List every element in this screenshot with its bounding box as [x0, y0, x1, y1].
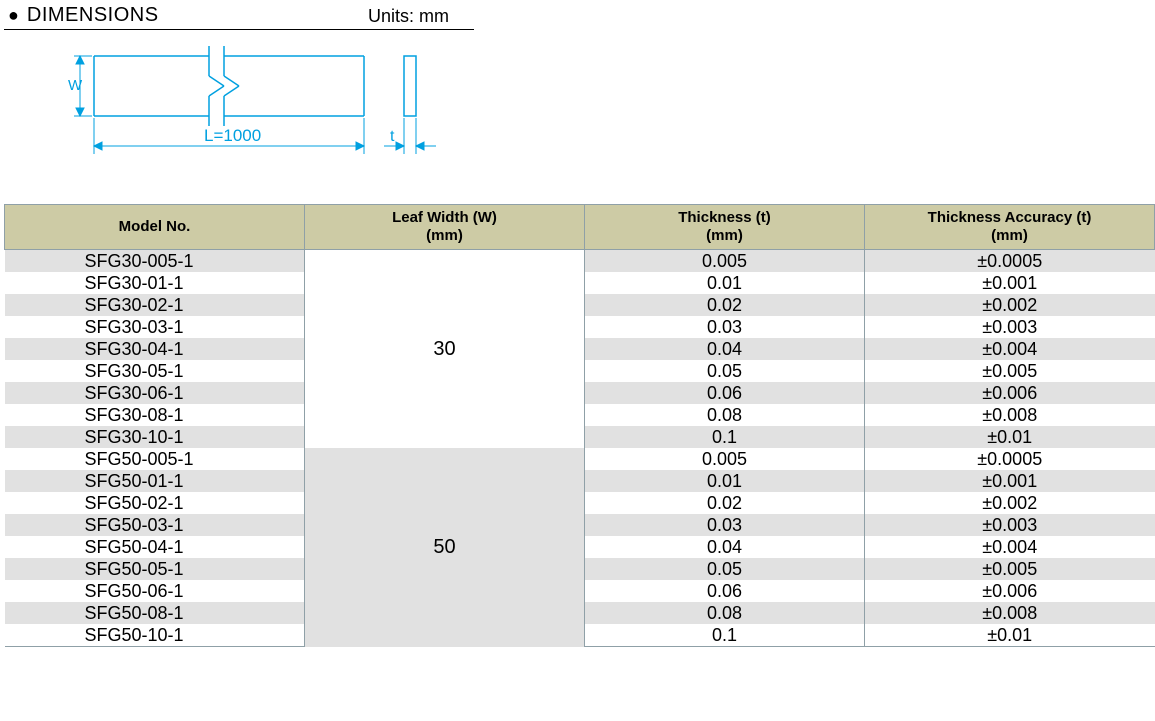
accuracy-cell: ±0.006	[865, 382, 1155, 404]
section-header: ● DIMENSIONS Units: mm	[4, 4, 1151, 30]
accuracy-cell: ±0.004	[865, 338, 1155, 360]
header-model: Model No.	[5, 205, 305, 250]
dimensions-table: Model No. Leaf Width (W)(mm) Thickness (…	[4, 204, 1155, 647]
model-cell: SFG50-02-1	[5, 492, 305, 514]
accuracy-cell: ±0.01	[865, 624, 1155, 647]
thickness-cell: 0.05	[585, 360, 865, 382]
accuracy-cell: ±0.01	[865, 426, 1155, 448]
thickness-cell: 0.1	[585, 426, 865, 448]
w-label: W	[68, 77, 83, 94]
table-row: SFG50-005-1500.005±0.0005	[5, 448, 1155, 470]
model-cell: SFG50-01-1	[5, 470, 305, 492]
accuracy-cell: ±0.003	[865, 514, 1155, 536]
model-cell: SFG30-04-1	[5, 338, 305, 360]
model-cell: SFG50-05-1	[5, 558, 305, 580]
dimension-diagram: W L=1000 t	[64, 46, 1151, 186]
thickness-cell: 0.01	[585, 272, 865, 294]
table-row: SFG30-005-1300.005±0.0005	[5, 250, 1155, 273]
model-cell: SFG30-02-1	[5, 294, 305, 316]
model-cell: SFG50-005-1	[5, 448, 305, 470]
accuracy-cell: ±0.001	[865, 272, 1155, 294]
thickness-cell: 0.06	[585, 580, 865, 602]
header-thickness: Thickness (t)(mm)	[585, 205, 865, 250]
model-cell: SFG50-03-1	[5, 514, 305, 536]
model-cell: SFG30-06-1	[5, 382, 305, 404]
accuracy-cell: ±0.008	[865, 404, 1155, 426]
thickness-cell: 0.06	[585, 382, 865, 404]
thickness-cell: 0.02	[585, 294, 865, 316]
header-accuracy: Thickness Accuracy (t)(mm)	[865, 205, 1155, 250]
accuracy-cell: ±0.001	[865, 470, 1155, 492]
accuracy-cell: ±0.005	[865, 558, 1155, 580]
model-cell: SFG30-10-1	[5, 426, 305, 448]
accuracy-cell: ±0.003	[865, 316, 1155, 338]
model-cell: SFG30-01-1	[5, 272, 305, 294]
accuracy-cell: ±0.005	[865, 360, 1155, 382]
header-width: Leaf Width (W)(mm)	[305, 205, 585, 250]
t-label: t	[390, 128, 395, 145]
accuracy-cell: ±0.0005	[865, 448, 1155, 470]
accuracy-cell: ±0.008	[865, 602, 1155, 624]
thickness-cell: 0.04	[585, 338, 865, 360]
thickness-cell: 0.02	[585, 492, 865, 514]
model-cell: SFG30-005-1	[5, 250, 305, 273]
model-cell: SFG30-05-1	[5, 360, 305, 382]
thickness-cell: 0.03	[585, 316, 865, 338]
width-cell: 30	[305, 250, 585, 449]
accuracy-cell: ±0.0005	[865, 250, 1155, 273]
model-cell: SFG50-06-1	[5, 580, 305, 602]
model-cell: SFG30-08-1	[5, 404, 305, 426]
bullet-icon: ●	[8, 5, 19, 26]
thickness-cell: 0.05	[585, 558, 865, 580]
model-cell: SFG50-04-1	[5, 536, 305, 558]
model-cell: SFG50-08-1	[5, 602, 305, 624]
l-label: L=1000	[204, 126, 261, 145]
thickness-cell: 0.01	[585, 470, 865, 492]
thickness-cell: 0.04	[585, 536, 865, 558]
units-label: Units: mm	[362, 6, 474, 30]
thickness-cell: 0.08	[585, 602, 865, 624]
width-cell: 50	[305, 448, 585, 647]
model-cell: SFG30-03-1	[5, 316, 305, 338]
section-title: DIMENSIONS	[27, 4, 159, 27]
accuracy-cell: ±0.004	[865, 536, 1155, 558]
thickness-cell: 0.08	[585, 404, 865, 426]
model-cell: SFG50-10-1	[5, 624, 305, 647]
table-header-row: Model No. Leaf Width (W)(mm) Thickness (…	[5, 205, 1155, 250]
accuracy-cell: ±0.002	[865, 294, 1155, 316]
accuracy-cell: ±0.002	[865, 492, 1155, 514]
thickness-cell: 0.005	[585, 250, 865, 273]
title-block: ● DIMENSIONS	[4, 4, 362, 30]
thickness-cell: 0.005	[585, 448, 865, 470]
accuracy-cell: ±0.006	[865, 580, 1155, 602]
thickness-cell: 0.03	[585, 514, 865, 536]
thickness-cell: 0.1	[585, 624, 865, 647]
